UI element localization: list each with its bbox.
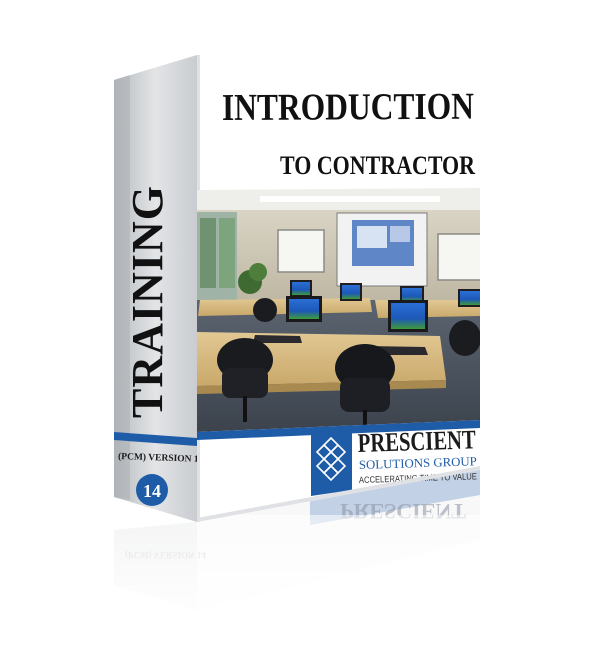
product-box-scene: PRESCIENT (PCM) VERSION 14 TRAINING (PCM… [100,52,500,665]
brand-name: PRESCIENT [357,424,476,458]
brand-logo-icon [311,426,352,496]
title-line-2: TO CONTRACTOR [280,151,475,180]
title-line-1: INTRODUCTION [222,86,474,129]
spine-text: TRAINING [123,185,172,418]
version-badge-text: 14 [143,481,161,501]
classroom-photo [197,188,480,432]
